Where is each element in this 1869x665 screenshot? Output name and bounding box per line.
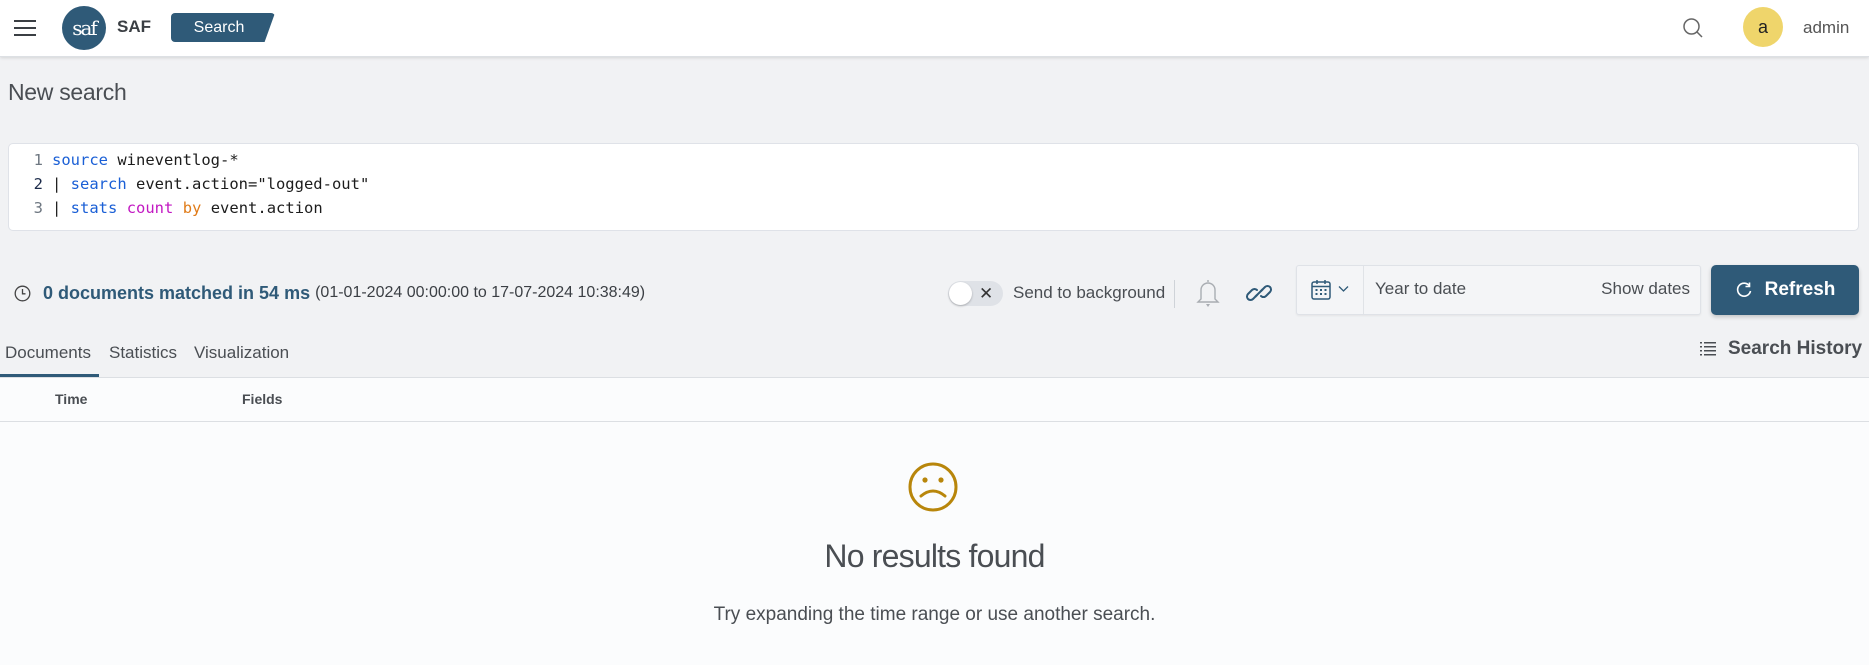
- code-text: source wineventlog-*: [52, 148, 239, 172]
- app-search-badge[interactable]: Search: [171, 13, 275, 42]
- avatar[interactable]: a: [1743, 7, 1783, 47]
- result-tabs: Documents Statistics Visualization: [0, 338, 1869, 377]
- code-text: | stats count by event.action: [52, 196, 323, 220]
- tab-statistics[interactable]: Statistics: [109, 343, 177, 363]
- code-token: wineventlog-*: [108, 151, 239, 169]
- menu-icon[interactable]: [14, 19, 36, 37]
- search-icon[interactable]: [1682, 17, 1704, 39]
- code-token: search: [70, 175, 127, 193]
- code-token: |: [52, 199, 71, 217]
- column-fields[interactable]: Fields: [242, 391, 282, 407]
- sad-face-icon: [908, 462, 958, 512]
- refresh-label: Refresh: [1764, 279, 1836, 300]
- chevron-down-icon: [1338, 286, 1349, 292]
- time-range-text: (01-01-2024 00:00:00 to 17-07-2024 10:38…: [315, 284, 646, 301]
- page-title: New search: [8, 79, 127, 105]
- quick-date-menu-button[interactable]: [1297, 266, 1364, 314]
- line-number: 1: [33, 151, 43, 169]
- brand-name: SAF: [117, 17, 151, 36]
- code-token: event.action: [201, 199, 323, 217]
- query-editor[interactable]: 1 source wineventlog-* 2 | search event.act…: [8, 143, 1859, 231]
- code-text: | search event.action="logged-out": [52, 172, 369, 196]
- code-token: stats: [70, 199, 118, 217]
- saf-logo[interactable]: saf: [62, 6, 106, 50]
- code-token: event.action="logged-out": [126, 175, 370, 193]
- send-to-background-label: Send to background: [1013, 283, 1166, 302]
- send-to-background-toggle[interactable]: ✕: [948, 281, 1003, 306]
- match-summary: 0 documents matched in 54 ms: [43, 282, 311, 303]
- code-token: by: [182, 199, 202, 217]
- date-range-value[interactable]: Year to date: [1375, 279, 1466, 299]
- code-token: |: [52, 175, 71, 193]
- bell-icon[interactable]: [1194, 277, 1222, 309]
- clock-icon: [14, 285, 31, 301]
- search-status: 0 documents matched in 54 ms (01-01-2024…: [14, 281, 645, 305]
- tab-visualization[interactable]: Visualization: [194, 343, 289, 363]
- close-icon: ✕: [979, 284, 994, 303]
- code-token: count: [126, 199, 174, 217]
- refresh-icon: [1736, 282, 1751, 297]
- date-picker: Year to date Show dates: [1296, 265, 1701, 315]
- username[interactable]: admin: [1803, 18, 1849, 38]
- search-history-button[interactable]: Search History: [1700, 338, 1862, 360]
- search-history-label: Search History: [1728, 338, 1863, 359]
- divider: [1174, 280, 1175, 308]
- refresh-button[interactable]: Refresh: [1711, 265, 1859, 315]
- toggle-knob: [949, 282, 972, 305]
- link-icon[interactable]: [1244, 278, 1274, 308]
- top-bar: saf SAF Search a admin: [0, 0, 1869, 57]
- table-header: Time Fields: [0, 378, 1869, 422]
- list-icon: [1700, 342, 1716, 356]
- code-token: source: [52, 151, 108, 169]
- line-number: 3: [33, 199, 43, 217]
- tab-documents[interactable]: Documents: [5, 343, 91, 363]
- show-dates-button[interactable]: Show dates: [1601, 279, 1690, 299]
- calendar-icon: [1311, 280, 1331, 300]
- column-time[interactable]: Time: [55, 391, 87, 407]
- empty-state-title: No results found: [824, 538, 1045, 574]
- line-number: 2: [33, 175, 43, 193]
- empty-state-message: Try expanding the time range or use anot…: [713, 604, 1156, 625]
